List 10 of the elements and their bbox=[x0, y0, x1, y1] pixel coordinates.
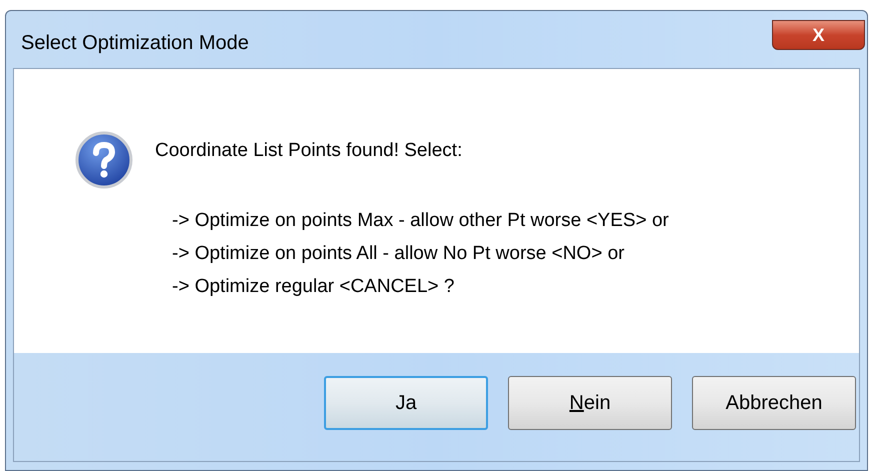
question-icon bbox=[75, 131, 133, 189]
message-line: -> Optimize regular <CANCEL> ? bbox=[171, 275, 456, 299]
message-line: -> Optimize on points Max - allow other Pt worse <YES> or bbox=[171, 209, 669, 233]
close-button[interactable]: X bbox=[772, 20, 865, 50]
window-title: Select Optimization Mode bbox=[20, 30, 249, 56]
dialog-button[interactable]: Abbrechen bbox=[692, 376, 856, 430]
message-heading: Coordinate List Points found! Select: bbox=[155, 139, 464, 163]
dialog-button[interactable]: Nein bbox=[508, 376, 672, 430]
dialog-button[interactable]: Ja bbox=[324, 376, 488, 430]
message-line: -> Optimize on points All - allow No Pt worse <NO> or bbox=[171, 242, 626, 266]
